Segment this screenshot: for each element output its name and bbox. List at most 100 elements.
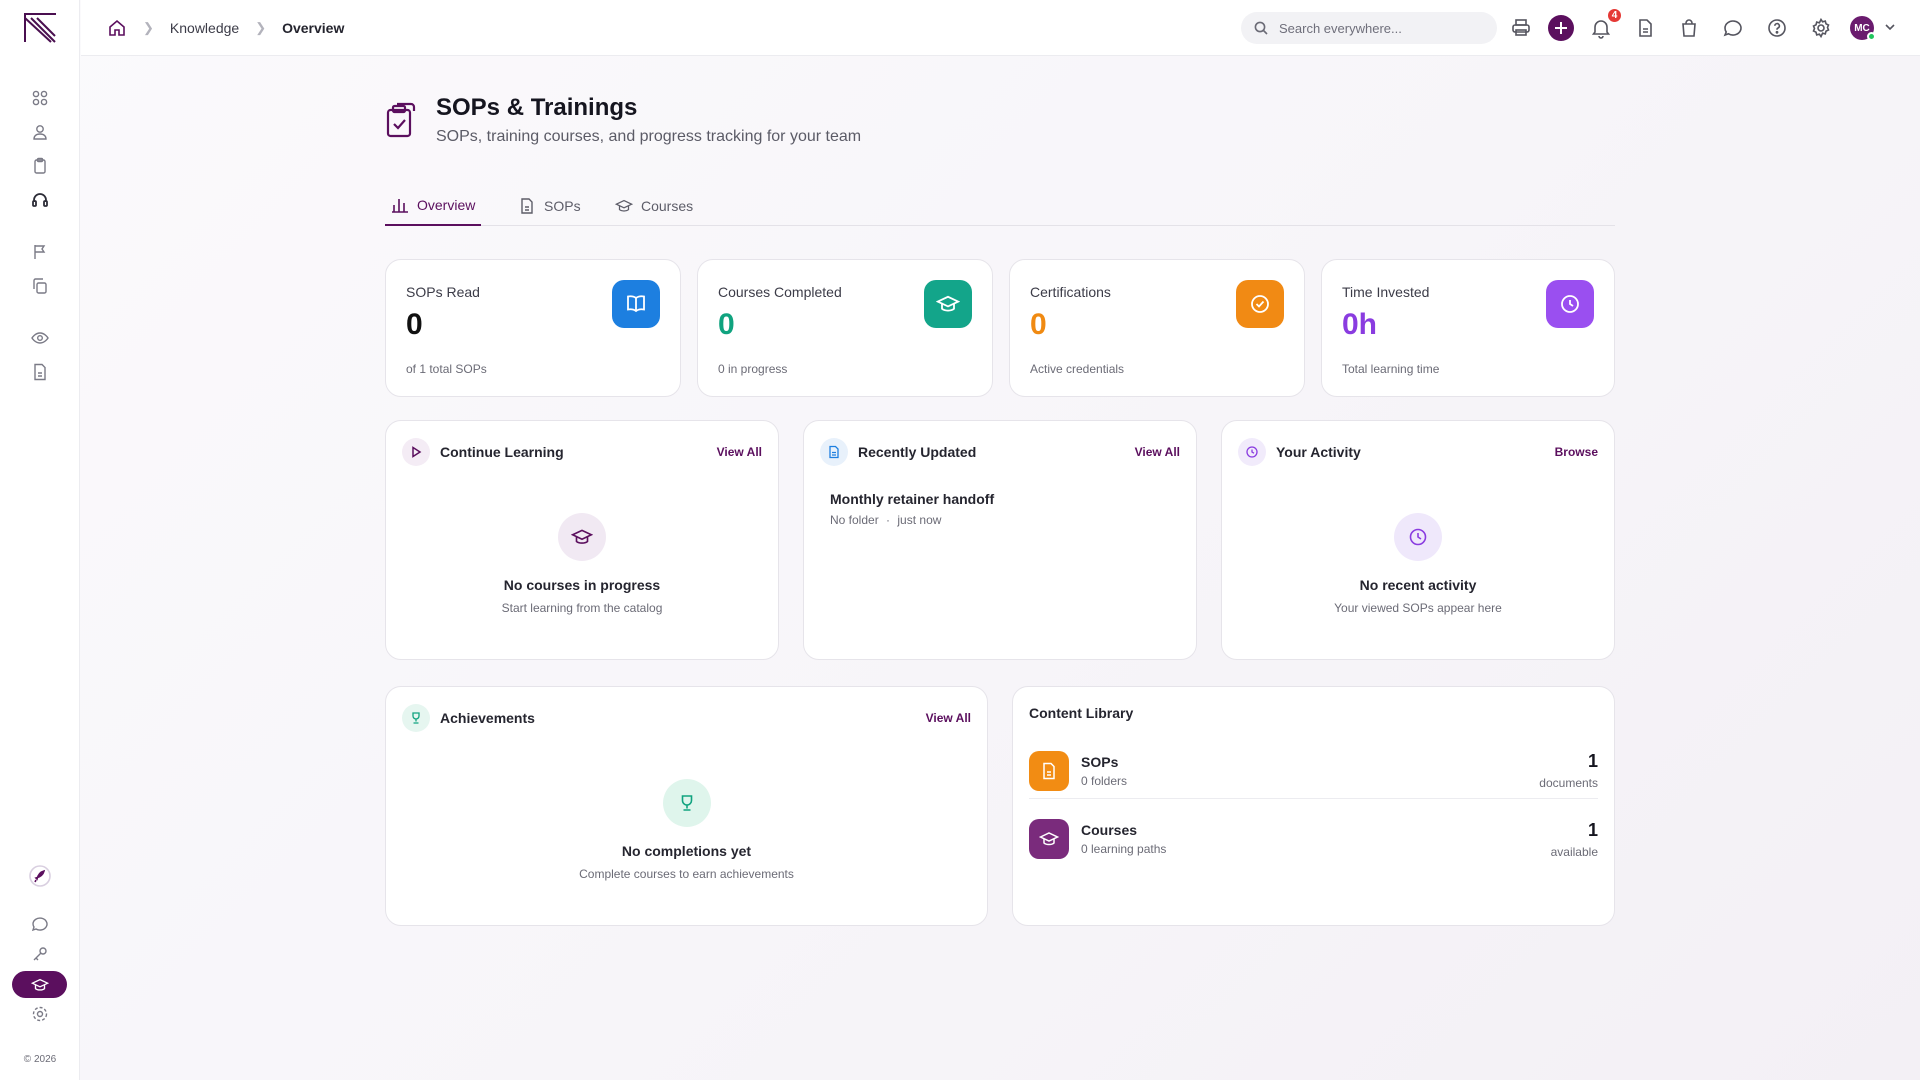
notification-badge: 4 <box>1606 7 1623 24</box>
panel-title: Content Library <box>1029 705 1134 721</box>
empty-title: No courses in progress <box>503 577 661 593</box>
stat-value: 0 <box>1030 308 1047 341</box>
library-row-count: 1 <box>1587 751 1598 771</box>
flag-icon[interactable] <box>30 242 50 262</box>
breadcrumb-overview: Overview <box>282 20 345 36</box>
document-icon <box>521 198 533 214</box>
view-all-link[interactable]: View All <box>926 711 971 725</box>
copy-icon[interactable] <box>30 276 50 296</box>
view-all-link[interactable]: View All <box>1135 445 1180 459</box>
brand-logo-icon[interactable] <box>22 12 58 44</box>
apps-icon[interactable] <box>30 88 50 108</box>
list-item-folder: No folder <box>830 513 879 527</box>
list-item-title: Monthly retainer handoff <box>830 491 995 507</box>
panel-header: Recently Updated View All <box>820 437 1180 467</box>
list-item[interactable]: Monthly retainer handoff No folder · jus… <box>830 491 1180 527</box>
headset-icon[interactable] <box>30 190 50 210</box>
trophy-icon <box>662 779 711 827</box>
graduation-cap-icon <box>1029 819 1069 859</box>
add-button[interactable] <box>1548 15 1574 41</box>
graduation-cap-icon <box>30 978 49 991</box>
graduation-cap-icon <box>558 513 606 561</box>
clipboard-icon[interactable] <box>30 156 50 176</box>
view-all-link[interactable]: View All <box>717 445 762 459</box>
panel-header: Your Activity Browse <box>1238 437 1598 467</box>
graduation-cap-icon <box>924 280 972 328</box>
settings-icon[interactable] <box>30 1004 50 1024</box>
gear-icon[interactable] <box>1810 17 1832 39</box>
separator-dot: · <box>886 513 891 527</box>
empty-state: No completions yet Complete courses to e… <box>386 779 987 881</box>
stat-note: Active credentials <box>1030 362 1125 376</box>
recently-updated-panel: Recently Updated View All Monthly retain… <box>803 420 1197 660</box>
library-row-meta: 0 learning paths <box>1081 842 1167 856</box>
panel-header: Achievements View All <box>402 703 971 733</box>
your-activity-panel: Your Activity Browse No recent activity … <box>1221 420 1615 660</box>
tab-sops[interactable]: SOPs <box>518 186 581 226</box>
breadcrumb-knowledge[interactable]: Knowledge <box>170 20 239 36</box>
search-input[interactable] <box>1279 20 1479 36</box>
empty-title: No recent activity <box>1359 577 1477 593</box>
stat-card-sops-read: SOPs Read 0 of 1 total SOPs <box>385 259 681 397</box>
stat-card-certifications: Certifications 0 Active credentials <box>1009 259 1305 397</box>
chevron-down-icon[interactable] <box>1883 20 1897 34</box>
panel-title: Achievements <box>440 710 535 726</box>
tab-bar: Overview SOPs Courses <box>385 186 1615 226</box>
badge-check-icon <box>1236 280 1284 328</box>
sidebar-item-trainings[interactable] <box>12 971 67 998</box>
online-status-dot <box>1867 32 1876 41</box>
clock-icon <box>1394 513 1442 561</box>
stat-label: SOPs Read <box>406 284 480 300</box>
message-icon[interactable] <box>1722 17 1744 39</box>
user-icon[interactable] <box>30 122 50 142</box>
library-row-meta: 0 folders <box>1081 773 1128 788</box>
stat-value: 0 <box>718 308 735 341</box>
graduation-cap-icon <box>615 199 633 212</box>
document-icon[interactable] <box>30 362 50 382</box>
bar-chart-icon <box>392 199 408 213</box>
key-icon[interactable] <box>30 944 50 964</box>
clipboard-check-icon <box>385 98 419 138</box>
page-title: SOPs & Trainings <box>436 94 638 121</box>
rocket-icon[interactable] <box>28 864 52 888</box>
chat-icon[interactable] <box>30 914 50 934</box>
book-icon <box>612 280 660 328</box>
trophy-icon <box>402 704 430 732</box>
panel-title: Your Activity <box>1276 444 1361 460</box>
stat-label: Certifications <box>1030 284 1111 300</box>
library-row-sops[interactable]: SOPs 0 folders 1 documents <box>1029 743 1598 799</box>
page-subtitle: SOPs, training courses, and progress tra… <box>436 128 862 145</box>
empty-state: No courses in progress Start learning fr… <box>386 513 778 615</box>
shopping-bag-icon[interactable] <box>1678 17 1700 39</box>
tab-overview-label: Overview <box>417 197 476 213</box>
empty-subtitle: Your viewed SOPs appear here <box>1334 601 1502 615</box>
continue-learning-panel: Continue Learning View All No courses in… <box>385 420 779 660</box>
printer-icon[interactable] <box>1510 17 1532 39</box>
sidebar: © 2026 <box>0 0 80 1080</box>
stat-value: 0h <box>1342 308 1378 341</box>
stat-card-courses-completed: Courses Completed 0 0 in progress <box>697 259 993 397</box>
empty-subtitle: Start learning from the catalog <box>501 601 663 615</box>
tab-sops-label: SOPs <box>544 198 581 214</box>
stat-value: 0 <box>406 308 423 341</box>
browse-link[interactable]: Browse <box>1555 445 1598 459</box>
home-icon[interactable] <box>107 18 127 38</box>
panel-title: Recently Updated <box>858 444 977 460</box>
library-row-count: 1 <box>1587 819 1598 840</box>
library-row-name: Courses <box>1081 822 1138 838</box>
empty-state: No recent activity Your viewed SOPs appe… <box>1222 513 1614 615</box>
tab-overview[interactable]: Overview <box>385 186 481 226</box>
help-icon[interactable] <box>1766 17 1788 39</box>
library-row-name: SOPs <box>1081 753 1119 770</box>
copyright-text: © 2026 <box>23 1054 57 1065</box>
eye-icon[interactable] <box>30 328 50 348</box>
play-icon <box>402 438 430 466</box>
plus-icon <box>1555 22 1567 34</box>
library-row-courses[interactable]: Courses 0 learning paths 1 available <box>1029 811 1598 867</box>
stat-card-time-invested: Time Invested 0h Total learning time <box>1321 259 1615 397</box>
tab-courses[interactable]: Courses <box>615 186 693 226</box>
stat-note: Total learning time <box>1342 362 1440 376</box>
file-icon[interactable] <box>1634 17 1656 39</box>
search-box[interactable] <box>1241 12 1497 44</box>
tab-courses-label: Courses <box>641 198 694 214</box>
